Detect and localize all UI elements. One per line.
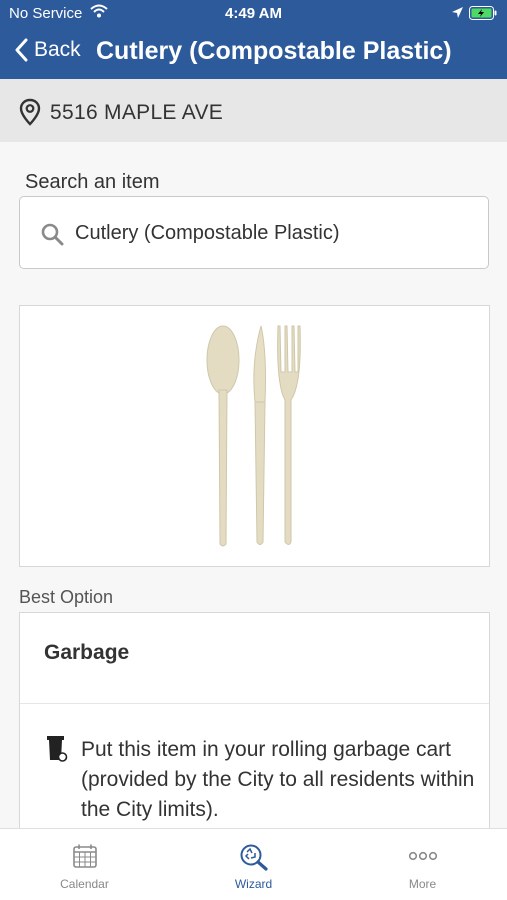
option-description: Put this item in your rolling garbage ca…	[81, 738, 475, 821]
item-image-card	[19, 305, 490, 567]
best-option-label: Best Option	[19, 587, 114, 607]
garbage-cart-icon	[46, 735, 68, 768]
search-label: Search an item	[25, 171, 160, 193]
chevron-left-icon	[15, 38, 28, 62]
calendar-icon	[72, 844, 97, 868]
content-area[interactable]: Search an item Cutlery (Compostable Plas…	[0, 142, 507, 828]
tab-label-wizard: Wizard	[234, 877, 273, 891]
search-value: Cutlery (Compostable Plastic)	[75, 222, 340, 244]
best-option-card[interactable]: Garbage Put this item in your rolling ga…	[19, 612, 490, 828]
tab-label-calendar: Calendar	[60, 877, 109, 891]
address-bar[interactable]: 5516 MAPLE AVE	[0, 79, 507, 142]
back-label: Back	[34, 38, 81, 61]
tab-bar: Calendar Wizard More	[0, 828, 507, 900]
map-pin-icon	[19, 98, 41, 131]
nav-bar: Back Cutlery (Compostable Plastic)	[0, 28, 507, 79]
back-button[interactable]: Back	[14, 38, 81, 62]
option-header: Garbage	[20, 613, 489, 704]
tab-more[interactable]: More	[338, 829, 507, 900]
status-bar: No Service 4:49 AM	[0, 0, 507, 28]
address-text: 5516 MAPLE AVE	[50, 101, 224, 124]
tab-label-more: More	[408, 877, 437, 891]
cutlery-image	[206, 325, 301, 547]
search-icon	[40, 222, 64, 251]
wizard-search-icon	[240, 844, 268, 871]
option-title: Garbage	[44, 641, 130, 664]
search-input[interactable]: Cutlery (Compostable Plastic)	[19, 196, 489, 269]
tab-calendar[interactable]: Calendar	[0, 829, 169, 900]
tab-wizard[interactable]: Wizard	[169, 829, 338, 900]
location-arrow-icon	[451, 6, 464, 23]
more-dots-icon	[408, 851, 437, 861]
battery-icon	[469, 6, 497, 24]
page-title: Cutlery (Compostable Plastic)	[96, 37, 452, 65]
status-time: 4:49 AM	[225, 5, 282, 22]
